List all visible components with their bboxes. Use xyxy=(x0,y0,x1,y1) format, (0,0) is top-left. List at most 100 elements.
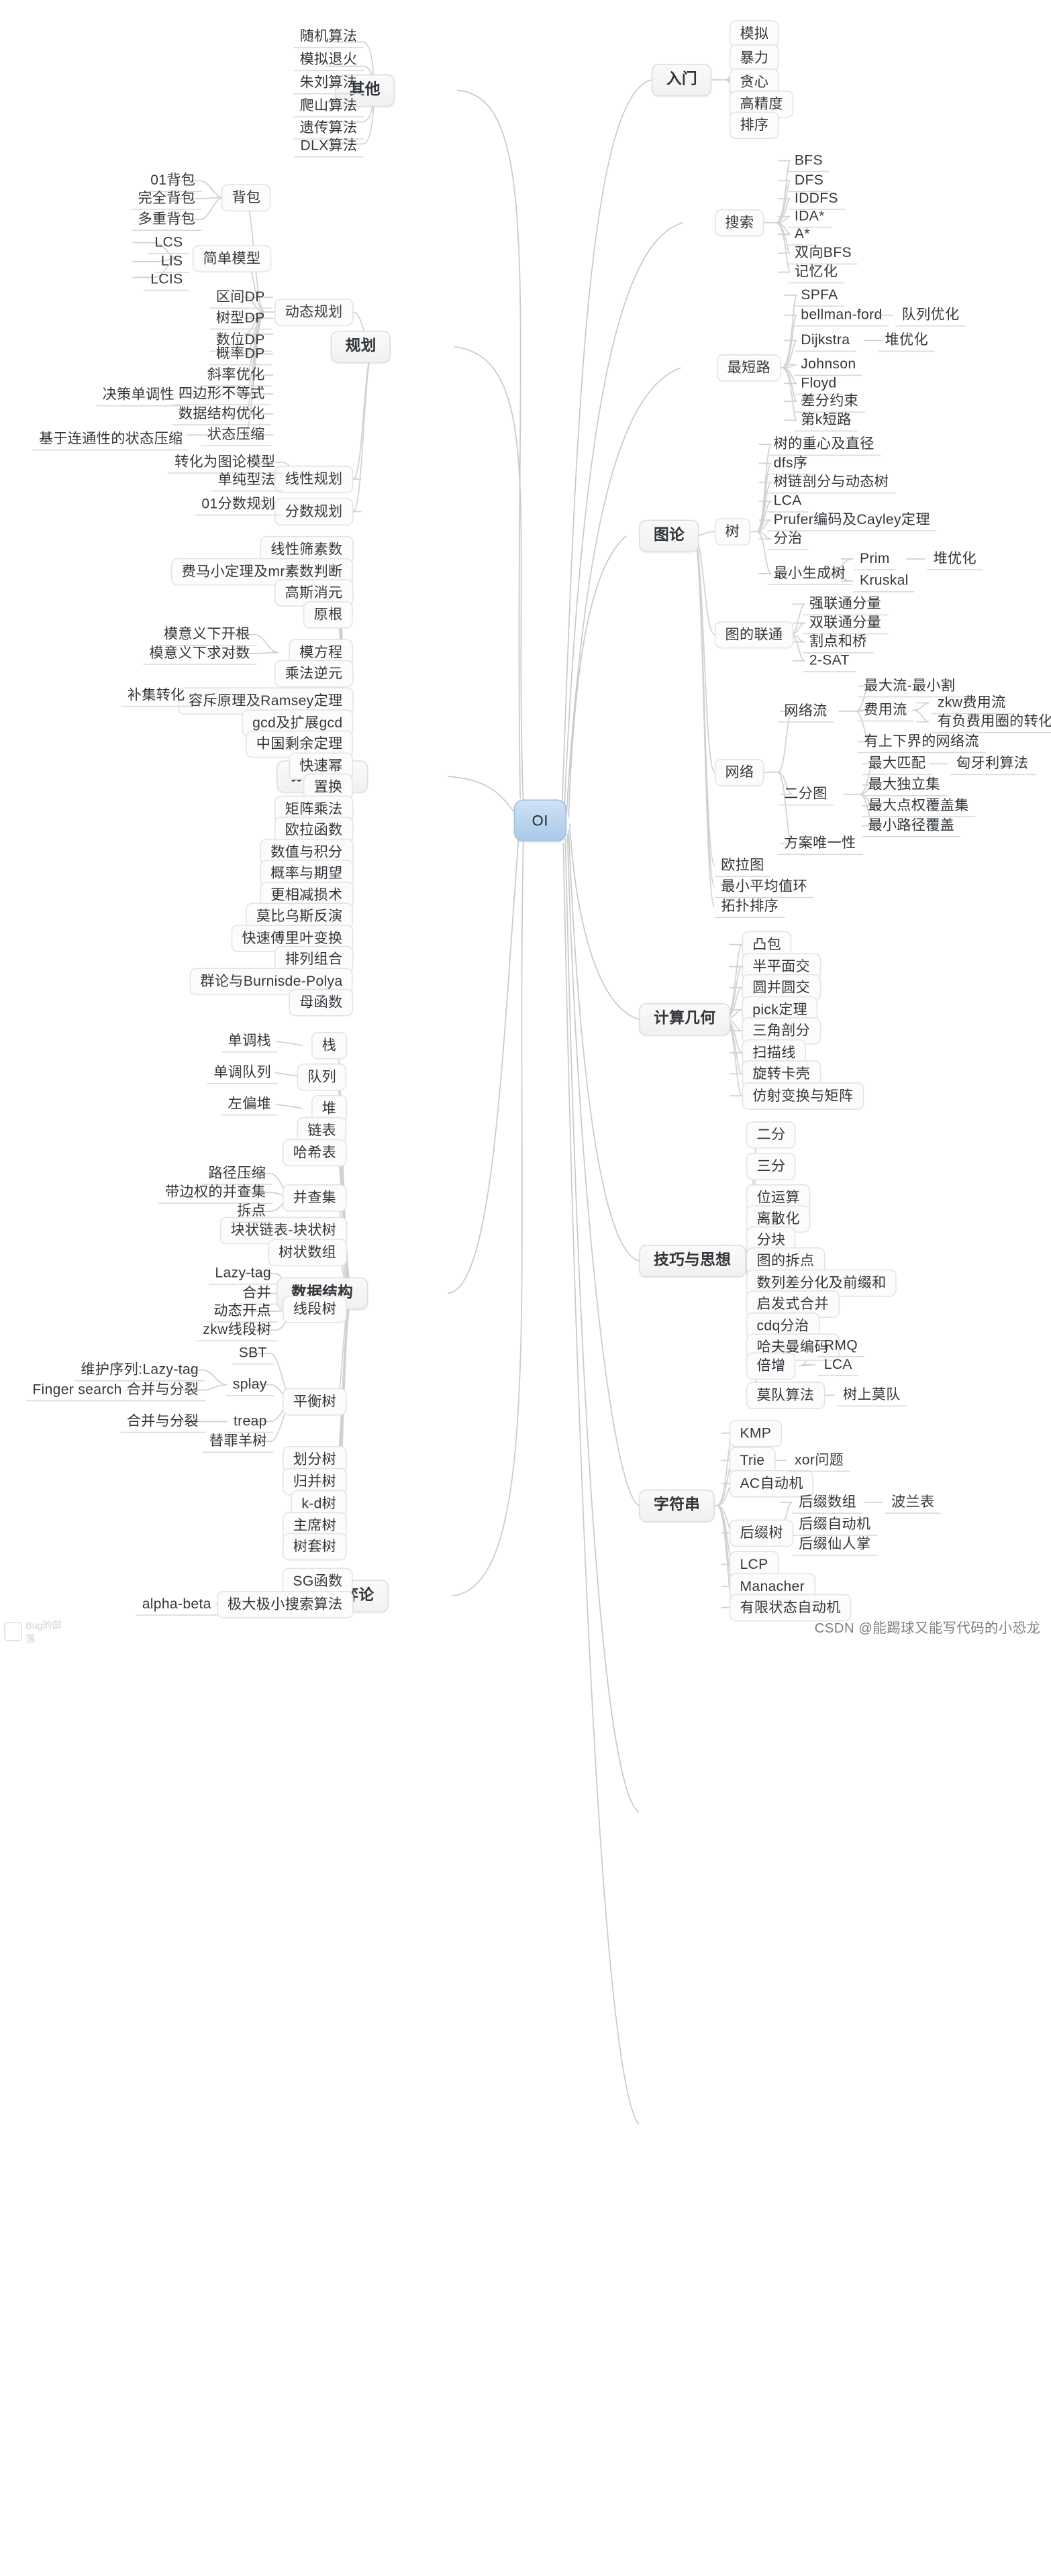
node-mo-algorithm[interactable]: 莫队算法 xyxy=(746,1382,825,1409)
node-monotonic-queue[interactable]: 单调队列 xyxy=(207,1062,278,1084)
node-max-matching[interactable]: 最大匹配 xyxy=(862,753,932,775)
node-node-split[interactable]: 拆点 xyxy=(230,1200,272,1223)
node-kruskal[interactable]: Kruskal xyxy=(853,570,915,592)
node-mst[interactable]: 最小生成树 xyxy=(767,563,852,584)
node-max-weight-cover[interactable]: 最大点权覆盖集 xyxy=(862,795,976,817)
node-dsu[interactable]: 并查集 xyxy=(283,1184,347,1211)
node-probability-dp[interactable]: 概率DP xyxy=(209,344,272,365)
node-decision-monotonicity[interactable]: 决策单调性 xyxy=(96,384,181,406)
node-network-flow[interactable]: 网络流 xyxy=(777,701,834,723)
node-queue[interactable]: 队列 xyxy=(297,1063,347,1090)
node-tree-divide-conquer[interactable]: 分治 xyxy=(767,528,809,550)
node-kth-shortest-path[interactable]: 第k短路 xyxy=(794,409,858,431)
node-memoization[interactable]: 记忆化 xyxy=(788,261,844,283)
node-lca-lifting[interactable]: LCA xyxy=(817,1354,859,1376)
node-simulation[interactable]: 模拟 xyxy=(729,20,780,48)
node-min-path-cover[interactable]: 最小路径覆盖 xyxy=(862,815,961,837)
node-interval-dp[interactable]: 区间DP xyxy=(209,287,272,309)
node-network[interactable]: 网络 xyxy=(714,758,765,786)
node-quadrilateral-inequality[interactable]: 四边形不等式 xyxy=(172,383,272,405)
node-simplex[interactable]: 单纯型法 xyxy=(211,470,282,491)
node-random-algo[interactable]: 随机算法 xyxy=(293,26,364,48)
node-min-cost-flow[interactable]: 费用流 xyxy=(857,699,914,721)
node-multiple-knapsack[interactable]: 多重背包 xyxy=(132,209,202,231)
branch-techniques[interactable]: 技巧与思想 xyxy=(639,1245,746,1277)
node-treap-merge-split[interactable]: 合并与分裂 xyxy=(120,1410,205,1433)
node-state-compression[interactable]: 状态压缩 xyxy=(201,424,272,446)
node-alpha-beta[interactable]: alpha-beta xyxy=(136,1594,218,1615)
node-primitive-root[interactable]: 原根 xyxy=(303,601,354,628)
node-dijkstra[interactable]: Dijkstra xyxy=(794,329,856,352)
node-splay-merge-split[interactable]: 合并与分裂 xyxy=(120,1379,205,1401)
node-monotonic-stack[interactable]: 单调栈 xyxy=(221,1031,278,1052)
node-generating-function[interactable]: 母函数 xyxy=(289,988,354,1016)
node-zhuliu-algo[interactable]: 朱刘算法 xyxy=(293,72,364,94)
node-prim[interactable]: Prim xyxy=(853,548,897,570)
node-linear-programming[interactable]: 线性规划 xyxy=(274,466,354,493)
branch-graph-theory[interactable]: 图论 xyxy=(639,519,700,552)
node-min-mean-cycle[interactable]: 最小平均值环 xyxy=(714,876,814,898)
node-suffix-array[interactable]: 后缀数组 xyxy=(792,1492,863,1514)
node-segment-tree[interactable]: 线段树 xyxy=(283,1295,347,1323)
branch-search[interactable]: 搜索 xyxy=(714,209,765,236)
node-polish-notation[interactable]: 波兰表 xyxy=(885,1492,941,1514)
node-hungarian-algo[interactable]: 匈牙利算法 xyxy=(950,753,1035,775)
node-binary-search[interactable]: 二分 xyxy=(746,1121,797,1148)
node-suffix-tree[interactable]: 后缀树 xyxy=(729,1519,794,1547)
root-node[interactable]: OI xyxy=(513,799,567,842)
node-splay[interactable]: splay xyxy=(226,1374,274,1396)
node-simple-model[interactable]: 简单模型 xyxy=(192,245,272,272)
branch-intro[interactable]: 入门 xyxy=(651,64,712,96)
node-max-independent-set[interactable]: 最大独立集 xyxy=(862,774,947,796)
node-dp[interactable]: 动态规划 xyxy=(274,299,354,325)
node-maintain-sequence-lazy-tag[interactable]: 维护序列:Lazy-tag xyxy=(74,1359,205,1381)
node-bit[interactable]: 树状数组 xyxy=(268,1239,347,1266)
node-bipartite-graph[interactable]: 二分图 xyxy=(777,784,834,805)
node-affine-transform-matrix[interactable]: 仿射变换与矩阵 xyxy=(742,1082,864,1110)
node-kmp[interactable]: KMP xyxy=(729,1419,782,1447)
node-balanced-tree[interactable]: 平衡树 xyxy=(283,1388,347,1415)
node-xor-problem[interactable]: xor问题 xyxy=(788,1449,850,1472)
node-suffix-automaton[interactable]: 后缀自动机 xyxy=(792,1514,877,1535)
branch-guihua[interactable]: 规划 xyxy=(330,330,391,363)
node-lazy-tag[interactable]: Lazy-tag xyxy=(209,1263,278,1284)
node-tree-dp[interactable]: 树型DP xyxy=(209,307,272,329)
node-knapsack[interactable]: 背包 xyxy=(221,184,272,211)
node-topological-sort[interactable]: 拓扑排序 xyxy=(714,896,785,918)
node-brute-force[interactable]: 暴力 xyxy=(729,44,780,72)
node-tree-in-tree[interactable]: 树套树 xyxy=(283,1533,347,1560)
node-graph-connectivity[interactable]: 图的联通 xyxy=(714,621,794,648)
node-modular-inverse[interactable]: 乘法逆元 xyxy=(274,660,354,687)
node-heap-optimization-dijkstra[interactable]: 堆优化 xyxy=(879,329,935,352)
branch-computational-geometry[interactable]: 计算几何 xyxy=(639,1002,731,1035)
node-suffix-cactus[interactable]: 后缀仙人掌 xyxy=(792,1534,877,1555)
node-01-fractional-programming[interactable]: 01分数规划 xyxy=(195,494,282,515)
node-ds-optimization[interactable]: 数据结构优化 xyxy=(172,403,272,425)
node-zkw-segment-tree[interactable]: zkw线段树 xyxy=(196,1319,278,1341)
node-ternary-search[interactable]: 三分 xyxy=(746,1153,797,1180)
node-negative-cost-cycle[interactable]: 有负费用圈的转化 xyxy=(931,711,1051,733)
node-binary-lifting[interactable]: 倍增 xyxy=(746,1352,797,1380)
node-bounded-flow[interactable]: 有上下界的网络流 xyxy=(857,731,986,753)
node-simulated-annealing[interactable]: 模拟退火 xyxy=(293,49,364,71)
node-finger-search[interactable]: Finger search xyxy=(26,1379,129,1401)
node-sbt[interactable]: SBT xyxy=(232,1343,274,1364)
node-complete-knapsack[interactable]: 完全背包 xyxy=(132,188,202,209)
node-stack[interactable]: 栈 xyxy=(311,1031,347,1059)
node-hash-table[interactable]: 哈希表 xyxy=(283,1139,347,1166)
node-connectivity-state-compression[interactable]: 基于连通性的状态压缩 xyxy=(32,428,189,450)
node-heap-optimization-prim[interactable]: 堆优化 xyxy=(927,548,983,570)
node-minimax-search[interactable]: 极大极小搜索算法 xyxy=(217,1590,354,1618)
node-hill-climbing[interactable]: 爬山算法 xyxy=(293,95,364,117)
node-scapegoat-tree[interactable]: 替罪羊树 xyxy=(203,1431,274,1453)
node-tree[interactable]: 树 xyxy=(714,518,750,546)
node-treap[interactable]: treap xyxy=(227,1410,274,1433)
node-euler-graph[interactable]: 欧拉图 xyxy=(714,855,771,877)
node-spfa[interactable]: SPFA xyxy=(794,285,845,307)
node-modular-log[interactable]: 模意义下求对数 xyxy=(143,643,257,664)
node-solution-uniqueness[interactable]: 方案唯一性 xyxy=(777,833,862,855)
node-complement-transform[interactable]: 补集转化 xyxy=(121,684,192,707)
node-2-sat[interactable]: 2-SAT xyxy=(803,650,856,672)
node-sorting[interactable]: 排序 xyxy=(729,111,780,139)
node-bellman-ford[interactable]: bellman-ford xyxy=(794,305,889,326)
